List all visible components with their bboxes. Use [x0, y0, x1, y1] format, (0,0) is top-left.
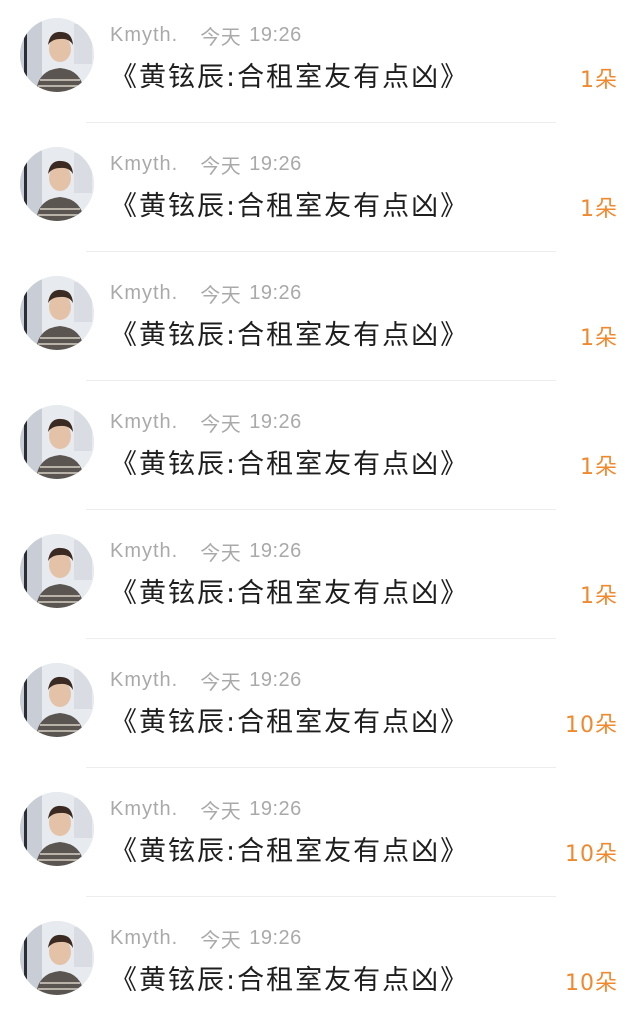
post-day: 今天	[200, 798, 242, 823]
divider	[86, 122, 556, 123]
author-name[interactable]: Kmyth.	[110, 411, 178, 434]
post-day: 今天	[200, 282, 242, 307]
avatar-photo-icon	[20, 921, 94, 995]
post-day: 今天	[200, 411, 242, 436]
flower-count: 1朵	[580, 197, 618, 222]
post-time: 19:26	[249, 410, 302, 433]
divider	[86, 638, 556, 639]
post-meta: Kmyth. 今天 19:26	[110, 409, 302, 436]
flower-count: 10朵	[565, 971, 618, 996]
avatar[interactable]	[20, 921, 94, 995]
post-time: 19:26	[249, 281, 302, 304]
list-item[interactable]: Kmyth. 今天 19:26 《黄铉辰:合租室友有点凶》 1朵	[0, 129, 640, 258]
author-name[interactable]: Kmyth.	[110, 927, 178, 950]
flower-count: 1朵	[580, 68, 618, 93]
avatar-photo-icon	[20, 663, 94, 737]
book-title[interactable]: 《黄铉辰:合租室友有点凶》	[110, 834, 469, 870]
author-name[interactable]: Kmyth.	[110, 153, 178, 176]
post-time: 19:26	[249, 152, 302, 175]
list-item[interactable]: Kmyth. 今天 19:26 《黄铉辰:合租室友有点凶》 1朵	[0, 258, 640, 387]
divider	[86, 509, 556, 510]
post-time: 19:26	[249, 797, 302, 820]
list-item[interactable]: Kmyth. 今天 19:26 《黄铉辰:合租室友有点凶》 1朵	[0, 387, 640, 516]
avatar-photo-icon	[20, 147, 94, 221]
post-day: 今天	[200, 24, 242, 49]
flower-count: 10朵	[565, 713, 618, 738]
post-day: 今天	[200, 927, 242, 952]
author-name[interactable]: Kmyth.	[110, 540, 178, 563]
avatar[interactable]	[20, 534, 94, 608]
avatar-photo-icon	[20, 405, 94, 479]
book-title[interactable]: 《黄铉辰:合租室友有点凶》	[110, 318, 469, 354]
post-meta: Kmyth. 今天 19:26	[110, 796, 302, 823]
gift-record-list: Kmyth. 今天 19:26 《黄铉辰:合租室友有点凶》 1朵 Kmyth. …	[0, 0, 640, 1027]
post-meta: Kmyth. 今天 19:26	[110, 538, 302, 565]
flower-count: 10朵	[565, 842, 618, 867]
book-title[interactable]: 《黄铉辰:合租室友有点凶》	[110, 576, 469, 612]
divider	[86, 380, 556, 381]
post-time: 19:26	[249, 668, 302, 691]
avatar-photo-icon	[20, 276, 94, 350]
post-day: 今天	[200, 540, 242, 565]
author-name[interactable]: Kmyth.	[110, 669, 178, 692]
post-meta: Kmyth. 今天 19:26	[110, 22, 302, 49]
divider	[86, 251, 556, 252]
avatar-photo-icon	[20, 534, 94, 608]
post-time: 19:26	[249, 23, 302, 46]
avatar[interactable]	[20, 663, 94, 737]
flower-count: 1朵	[580, 584, 618, 609]
book-title[interactable]: 《黄铉辰:合租室友有点凶》	[110, 60, 469, 96]
author-name[interactable]: Kmyth.	[110, 282, 178, 305]
divider	[86, 896, 556, 897]
flower-count: 1朵	[580, 455, 618, 480]
avatar[interactable]	[20, 405, 94, 479]
avatar[interactable]	[20, 147, 94, 221]
post-meta: Kmyth. 今天 19:26	[110, 151, 302, 178]
book-title[interactable]: 《黄铉辰:合租室友有点凶》	[110, 963, 469, 999]
post-time: 19:26	[249, 539, 302, 562]
post-day: 今天	[200, 669, 242, 694]
avatar-photo-icon	[20, 18, 94, 92]
post-meta: Kmyth. 今天 19:26	[110, 280, 302, 307]
post-meta: Kmyth. 今天 19:26	[110, 925, 302, 952]
book-title[interactable]: 《黄铉辰:合租室友有点凶》	[110, 705, 469, 741]
post-time: 19:26	[249, 926, 302, 949]
post-meta: Kmyth. 今天 19:26	[110, 667, 302, 694]
avatar-photo-icon	[20, 792, 94, 866]
post-day: 今天	[200, 153, 242, 178]
author-name[interactable]: Kmyth.	[110, 24, 178, 47]
flower-count: 1朵	[580, 326, 618, 351]
avatar[interactable]	[20, 276, 94, 350]
divider	[86, 767, 556, 768]
list-item[interactable]: Kmyth. 今天 19:26 《黄铉辰:合租室友有点凶》 10朵	[0, 774, 640, 903]
list-item[interactable]: Kmyth. 今天 19:26 《黄铉辰:合租室友有点凶》 1朵	[0, 0, 640, 129]
book-title[interactable]: 《黄铉辰:合租室友有点凶》	[110, 447, 469, 483]
list-item[interactable]: Kmyth. 今天 19:26 《黄铉辰:合租室友有点凶》 1朵	[0, 516, 640, 645]
author-name[interactable]: Kmyth.	[110, 798, 178, 821]
avatar[interactable]	[20, 792, 94, 866]
list-item[interactable]: Kmyth. 今天 19:26 《黄铉辰:合租室友有点凶》 10朵	[0, 645, 640, 774]
list-item[interactable]: Kmyth. 今天 19:26 《黄铉辰:合租室友有点凶》 10朵	[0, 903, 640, 1032]
avatar[interactable]	[20, 18, 94, 92]
book-title[interactable]: 《黄铉辰:合租室友有点凶》	[110, 189, 469, 225]
